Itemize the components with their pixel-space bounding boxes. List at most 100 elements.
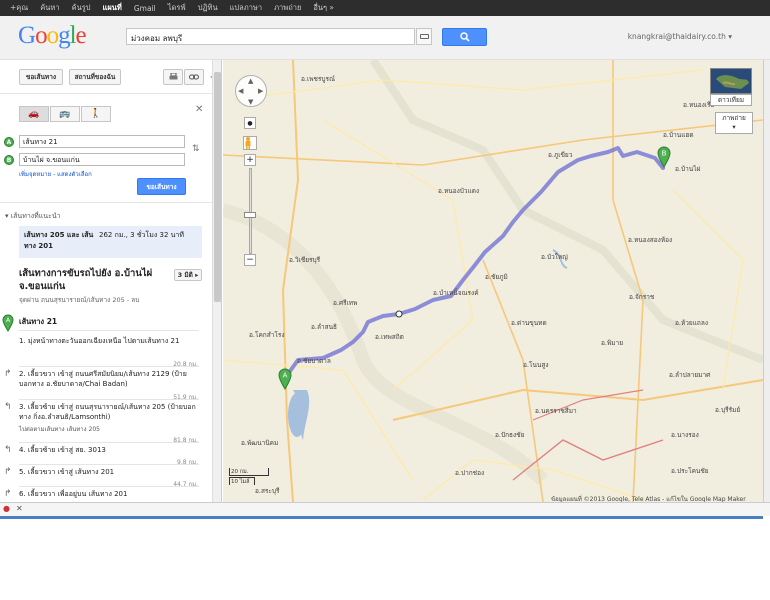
zoom-in-button[interactable]: + — [244, 154, 256, 166]
zoom-slider-handle[interactable] — [244, 212, 256, 218]
divider — [19, 464, 199, 465]
topbar-item-drive[interactable]: ไดรฟ์ — [168, 2, 186, 14]
zoom-out-button[interactable]: − — [244, 254, 256, 266]
zoom-slider-track[interactable] — [249, 168, 252, 254]
taskbar-edge — [0, 516, 763, 519]
direction-step-3[interactable]: 3. เลี้ยวซ้าย เข้าสู่ ถนนสุรนารายณ์/เส้น… — [19, 402, 197, 422]
route-summary: เส้นทาง 205 และ เส้นทาง 201 — [24, 231, 94, 251]
suggested-routes-header[interactable]: ▾ เส้นทางที่แนะนำ — [5, 211, 61, 222]
satellite-thumbnail[interactable] — [710, 68, 752, 94]
map-place-label: อ.บ้านไผ่ — [675, 165, 701, 173]
map-place-label: อ.หนองบัวแดง — [438, 187, 480, 195]
google-logo[interactable]: Google — [18, 22, 87, 50]
map-place-label: อ.บำเหน็จณรงค์ — [433, 289, 479, 297]
street-view-icon[interactable]: ● — [244, 117, 256, 129]
origin-field[interactable]: เส้นทาง 21 — [19, 135, 185, 148]
map-place-label: อ.วิเชียรบุรี — [289, 256, 321, 264]
get-directions-button[interactable]: ขอเส้นทาง — [137, 178, 186, 195]
topbar-item-plus[interactable]: +คุณ — [10, 2, 28, 14]
route-option[interactable]: เส้นทาง 205 และ เส้นทาง 201 262 กม., 3 ช… — [19, 226, 202, 258]
start-location-label: เส้นทาง 21 — [19, 317, 58, 326]
map-place-label: อ.นางรอง — [671, 431, 699, 439]
step-note: ไปต่อตามเส้นทาง เส้นทาง 205 — [19, 426, 100, 433]
map-place-label: อ.ปากช่อง — [455, 469, 485, 477]
browser-status-bar: ● ✕ — [0, 502, 770, 516]
divider — [0, 202, 212, 203]
step-distance: 44.7 กม. — [173, 481, 198, 488]
step-distance: 81.8 กม. — [173, 437, 198, 444]
pegman-icon[interactable] — [243, 136, 257, 150]
direction-step-6[interactable]: 6. เลี้ยวขวา เพื่ออยู่บน เส้นทาง 201 — [19, 489, 197, 499]
direction-step-5[interactable]: 5. เลี้ยวขวา เข้าสู่ เส้นทาง 201 — [19, 467, 197, 477]
panel-scrollbar[interactable] — [212, 60, 221, 502]
link-icon[interactable] — [184, 69, 204, 85]
turn-right-icon: ↱ — [4, 489, 12, 499]
print-icon[interactable] — [163, 69, 183, 85]
turn-left-icon: ↰ — [4, 445, 12, 455]
my-places-button[interactable]: สถานที่ของฉัน — [69, 69, 121, 85]
view-3d-button[interactable]: 3 มิติ ▸ — [174, 269, 202, 281]
close-icon[interactable]: ✕ — [16, 504, 23, 513]
destination-field[interactable]: บ้านไผ่ จ.ขอนแก่น — [19, 153, 185, 166]
topbar-item-search[interactable]: ค้นหา — [40, 2, 59, 14]
pan-up-icon[interactable]: ▲ — [248, 77, 253, 85]
marker-a-icon: A — [4, 137, 14, 147]
topbar-item-photos[interactable]: ภาพถ่าย — [274, 2, 301, 14]
svg-text:A: A — [283, 372, 288, 380]
map-place-label: อ.ลำปลายมาศ — [669, 371, 711, 379]
direction-step-2[interactable]: 2. เลี้ยวขวา เข้าสู่ ถนนศรีสมัยนิยม/เส้น… — [19, 369, 197, 389]
add-destination-link[interactable]: เพิ่มจุดหมาย - แสดงตัวเลือก — [19, 169, 92, 179]
turn-right-icon: ↱ — [4, 369, 12, 379]
topbar-item-more[interactable]: อื่นๆ » — [313, 2, 334, 14]
mode-walk-icon[interactable]: 🚶 — [81, 106, 111, 122]
topbar-item-gmail[interactable]: Gmail — [134, 4, 156, 13]
mode-transit-icon[interactable]: 🚌 — [50, 106, 80, 122]
map-place-label: อ.หนองสองห้อง — [628, 236, 673, 244]
marker-b-icon: B — [4, 155, 14, 165]
map-place-label: อ.เพชรบูรณ์ — [301, 75, 336, 83]
get-directions-tab-button[interactable]: ขอเส้นทาง — [19, 69, 63, 85]
pan-left-icon[interactable]: ◀ — [238, 87, 243, 95]
step-distance: 20.8 กม. — [173, 361, 198, 368]
map-scrollbar[interactable] — [763, 60, 770, 502]
keyboard-icon[interactable] — [416, 28, 432, 45]
map-place-label: อ.บ้านแฮด — [663, 131, 694, 139]
driving-directions-title: เส้นทางการขับรถไปยัง อ.บ้านไผ่ จ.ขอนแก่น — [19, 268, 153, 293]
topbar-item-translate[interactable]: แปลภาษา — [230, 2, 263, 14]
satellite-button[interactable]: ดาวเทียม — [710, 94, 752, 106]
pan-down-icon[interactable]: ▼ — [248, 98, 253, 106]
map-canvas[interactable]: A B อ.เพชรบูรณ์ อ.บ้านแฮด อ.หนองเรือ อ.ห… — [223, 60, 763, 502]
stop-icon[interactable]: ● — [3, 504, 10, 513]
divider — [19, 366, 199, 367]
direction-step-1[interactable]: 1. มุ่งหน้าทางตะวันออกเฉียงเหนือ ไปตามเส… — [19, 336, 197, 346]
pan-control[interactable]: ▲ ▼ ◀ ▶ — [235, 75, 267, 107]
scrollbar-thumb[interactable] — [214, 72, 221, 302]
maps-search-input[interactable]: ม่วงคอม ลพบุรี — [126, 28, 415, 45]
map-place-label: อ.เทพสถิต — [375, 333, 404, 341]
direction-step-4[interactable]: 4. เลี้ยวซ้าย เข้าสู่ สย. 3013 — [19, 445, 197, 455]
pan-right-icon[interactable]: ▶ — [258, 87, 263, 95]
map-place-label: อ.ด่านขุนทด — [511, 319, 547, 327]
swap-icon[interactable]: ⇅ — [192, 144, 200, 154]
topbar-item-images[interactable]: ค้นรูป — [72, 2, 91, 14]
map-place-label: อ.นครราชสีมา — [535, 407, 577, 415]
start-marker-icon: A — [2, 314, 14, 334]
map-place-label: อ.พัฒนานิคม — [241, 439, 279, 447]
map-place-label: อ.โนนสูง — [523, 361, 549, 369]
map-place-label: อ.ภูเขียว — [548, 151, 573, 159]
search-button[interactable] — [442, 28, 487, 46]
google-top-bar: +คุณ ค้นหา ค้นรูป แผนที่ Gmail ไดรฟ์ ปฏิ… — [0, 0, 770, 16]
close-icon[interactable]: ✕ — [195, 104, 203, 115]
divider — [19, 486, 199, 487]
mode-car-icon[interactable]: 🚗 — [19, 106, 49, 122]
map-copyright: ข้อมูลแผนที่ ©2013 Google, Tele Atlas - … — [551, 496, 746, 502]
account-menu[interactable]: knangkrai@thaidairy.co.th ▾ — [628, 32, 732, 41]
map-place-label: อ.จักราช — [629, 293, 655, 301]
photos-layer-button[interactable]: ภาพถ่าย ▾ — [715, 112, 753, 134]
directions-panel: ขอเส้นทาง สถานที่ของฉัน ◂ 🚗 🚌 🚶 ✕ A เส้น… — [0, 60, 222, 502]
map-place-label: อ.ลำสนธิ — [311, 323, 337, 331]
map-place-label: อ.ชัยภูมิ — [485, 273, 508, 281]
divider — [0, 93, 212, 94]
topbar-item-calendar[interactable]: ปฏิทิน — [198, 2, 218, 14]
topbar-item-maps[interactable]: แผนที่ — [103, 2, 122, 14]
